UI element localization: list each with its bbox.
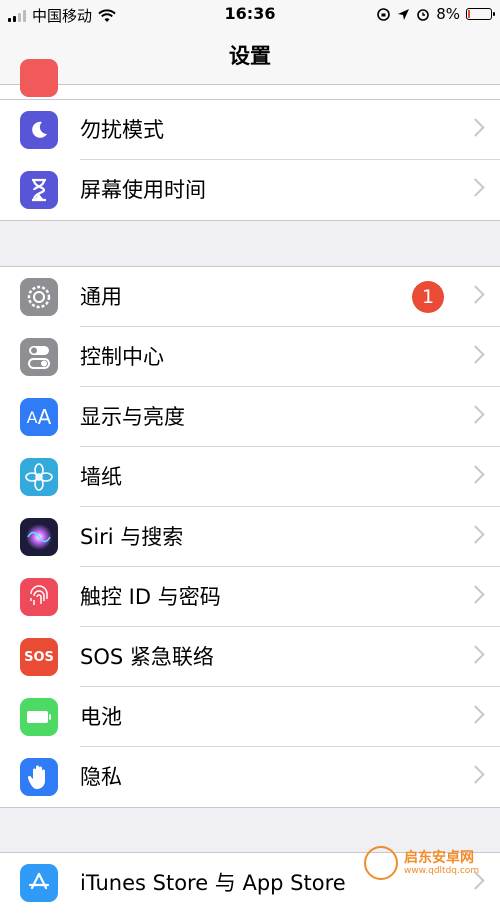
- chevron-right-icon: [466, 465, 485, 484]
- row-label: 墙纸: [80, 465, 122, 489]
- chevron-right-icon: [466, 765, 485, 784]
- row-label: 触控 ID 与密码: [80, 585, 221, 609]
- row-privacy[interactable]: 隐私: [0, 747, 500, 807]
- location-icon: [398, 8, 410, 20]
- hand-icon: [20, 758, 58, 796]
- hourglass-icon: [20, 171, 58, 209]
- row-label: 显示与亮度: [80, 405, 185, 429]
- row-label: SOS 紧急联络: [80, 645, 214, 669]
- row-label: Siri 与搜索: [80, 525, 184, 549]
- siri-icon: [20, 518, 58, 556]
- status-right: 8%: [376, 5, 495, 23]
- alarm-icon: [417, 9, 430, 21]
- battery-icon: [20, 698, 58, 736]
- update-badge: 1: [412, 281, 444, 313]
- row-label: 电池: [80, 705, 122, 729]
- chevron-right-icon: [466, 705, 485, 724]
- sos-icon: SOS: [20, 638, 58, 676]
- row-display-brightness[interactable]: AA 显示与亮度: [0, 387, 500, 447]
- chevron-right-icon: [466, 405, 485, 424]
- watermark-text: 启东安卓网 www.qdltdq.com: [404, 850, 479, 876]
- flower-icon: [20, 458, 58, 496]
- battery-percent: 8%: [436, 5, 460, 23]
- partial-row-notifications[interactable]: [0, 59, 500, 99]
- app-store-icon: [20, 864, 58, 902]
- row-label: 屏幕使用时间: [80, 178, 206, 202]
- row-battery[interactable]: 电池: [0, 687, 500, 747]
- fingerprint-icon: [20, 578, 58, 616]
- chevron-right-icon: [466, 645, 485, 664]
- row-siri-search[interactable]: Siri 与搜索: [0, 507, 500, 567]
- page-title: 设置: [229, 44, 271, 68]
- row-label: 隐私: [80, 765, 122, 789]
- row-label: 通用: [80, 285, 122, 309]
- settings-group-system: 通用 1 控制中心 AA 显示与亮度 墙纸 Siri 与搜索 触控 ID 与密码…: [0, 266, 500, 808]
- watermark-title: 启东安卓网: [404, 850, 474, 866]
- status-bar: 中国移动 16:36 8%: [0, 0, 500, 30]
- row-do-not-disturb[interactable]: 勿扰模式: [0, 100, 500, 160]
- orientation-lock-icon: [377, 7, 391, 21]
- chevron-right-icon: [466, 585, 485, 604]
- watermark: 启东安卓网 www.qdltdq.com: [364, 843, 494, 883]
- settings-group-focus: 勿扰模式 屏幕使用时间: [0, 99, 500, 221]
- chevron-right-icon: [466, 178, 485, 197]
- watermark-logo-icon: [364, 846, 398, 880]
- navigation-bar: 设置: [0, 30, 500, 85]
- row-touch-id-passcode[interactable]: 触控 ID 与密码: [0, 567, 500, 627]
- toggles-icon: [20, 338, 58, 376]
- moon-icon: [20, 111, 58, 149]
- watermark-url: www.qdltdq.com: [404, 866, 480, 876]
- battery-level: [468, 10, 470, 18]
- chevron-right-icon: [466, 525, 485, 544]
- chevron-right-icon: [466, 118, 485, 137]
- row-emergency-sos[interactable]: SOS SOS 紧急联络: [0, 627, 500, 687]
- battery-icon: [466, 8, 495, 20]
- chevron-right-icon: [466, 345, 485, 364]
- row-label: 控制中心: [80, 345, 164, 369]
- notifications-icon: [20, 59, 58, 97]
- row-label: iTunes Store 与 App Store: [80, 871, 346, 895]
- gear-icon: [20, 278, 58, 316]
- row-control-center[interactable]: 控制中心: [0, 327, 500, 387]
- row-screen-time[interactable]: 屏幕使用时间: [0, 160, 500, 220]
- row-label: 勿扰模式: [80, 118, 164, 142]
- text-size-icon: AA: [20, 398, 58, 436]
- row-general[interactable]: 通用 1: [0, 267, 500, 327]
- chevron-right-icon: [466, 285, 485, 304]
- row-wallpaper[interactable]: 墙纸: [0, 447, 500, 507]
